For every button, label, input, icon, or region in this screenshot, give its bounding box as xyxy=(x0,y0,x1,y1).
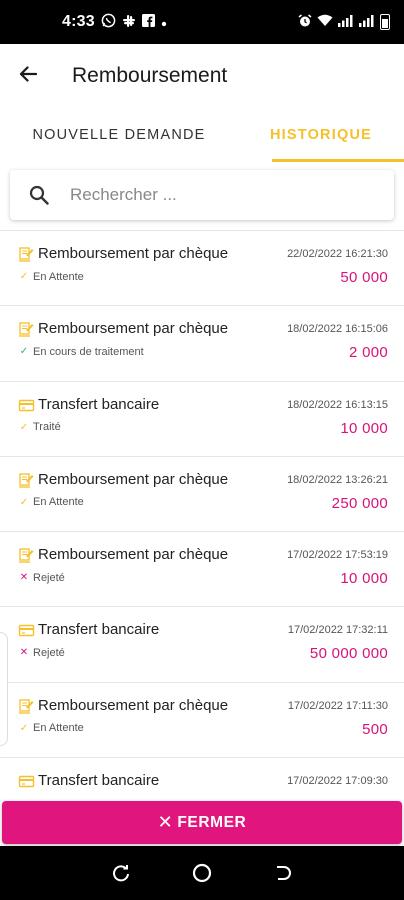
check-icon: ✓ xyxy=(19,722,29,734)
transaction-status: Traité xyxy=(33,421,61,434)
transaction-row[interactable]: Remboursement par chèque 17/02/2022 17:11… xyxy=(0,683,404,759)
cheque-icon xyxy=(18,698,35,715)
slack-icon xyxy=(122,14,136,31)
transaction-date: 18/02/2022 13:26:21 xyxy=(287,473,388,486)
check-icon: ✓ xyxy=(19,346,29,358)
recents-icon[interactable] xyxy=(101,853,141,893)
transaction-row[interactable]: Remboursement par chèque 18/02/2022 13:26… xyxy=(0,457,404,533)
home-icon[interactable] xyxy=(182,853,222,893)
transaction-amount: 500 xyxy=(362,720,388,738)
transaction-row[interactable]: Transfert bancaire 17/02/2022 17:32:11 ✕ Re… xyxy=(0,607,404,683)
close-button-label: FERMER xyxy=(177,813,247,831)
search-bar xyxy=(10,170,394,220)
transaction-date: 17/02/2022 17:09:30 xyxy=(287,775,388,788)
card-icon xyxy=(18,773,35,790)
cheque-icon xyxy=(18,246,35,263)
transaction-status: En Attente xyxy=(33,496,84,509)
transaction-status: En Attente xyxy=(33,722,84,735)
facebook-icon xyxy=(141,14,155,30)
battery-icon xyxy=(380,14,390,30)
app-bar: Remboursement xyxy=(0,44,404,108)
transaction-row[interactable]: Remboursement par chèque 17/02/2022 17:53… xyxy=(0,532,404,608)
tab-historique[interactable]: HISTORIQUE xyxy=(238,108,404,162)
transaction-type: Transfert bancaire xyxy=(38,395,160,413)
transaction-date: 22/02/2022 16:21:30 xyxy=(287,248,388,260)
card-icon xyxy=(18,397,35,414)
search-input[interactable] xyxy=(70,185,360,205)
cross-icon: ✕ xyxy=(19,572,29,584)
dot-icon xyxy=(161,15,167,30)
transaction-amount: 250 000 xyxy=(331,494,388,512)
transaction-status: En cours de traitement xyxy=(33,345,144,358)
side-panel-handle[interactable] xyxy=(0,632,8,746)
transaction-type: Remboursement par chèque xyxy=(38,696,229,714)
whatsapp-icon xyxy=(101,13,116,31)
transaction-type: Remboursement par chèque xyxy=(38,546,229,564)
system-nav-bar xyxy=(0,846,404,900)
signal-icon xyxy=(338,14,354,30)
check-icon: ✓ xyxy=(19,496,29,508)
transaction-amount: 50 000 000 xyxy=(309,645,388,663)
status-left-icons xyxy=(101,13,167,31)
cheque-icon xyxy=(18,321,35,338)
back-icon[interactable] xyxy=(263,853,303,893)
transaction-date: 17/02/2022 17:53:19 xyxy=(287,549,388,562)
tab-nouvelle-demande[interactable]: NOUVELLE DEMANDE xyxy=(0,108,238,162)
transaction-date: 18/02/2022 16:13:15 xyxy=(287,398,388,411)
check-icon: ✓ xyxy=(19,421,29,433)
status-time: 4:33 xyxy=(62,13,95,30)
wifi-icon xyxy=(317,14,333,30)
transaction-type: Transfert bancaire xyxy=(38,772,160,790)
transaction-date: 17/02/2022 17:11:30 xyxy=(287,699,388,712)
arrow-left-icon xyxy=(19,65,38,87)
transaction-row[interactable]: Remboursement par chèque 18/02/2022 16:15… xyxy=(0,306,404,382)
history-list[interactable]: Remboursement par chèque 22/02/2022 16:21… xyxy=(0,230,404,798)
transaction-type: Remboursement par chèque xyxy=(38,320,229,338)
transaction-status: Rejeté xyxy=(33,646,65,659)
card-icon xyxy=(18,622,35,639)
tab-bar: NOUVELLE DEMANDE HISTORIQUE xyxy=(0,108,404,162)
transaction-amount: 2 000 xyxy=(348,344,388,362)
back-button[interactable] xyxy=(0,44,56,108)
transaction-amount: 50 000 xyxy=(340,269,388,286)
transaction-type: Remboursement par chèque xyxy=(38,245,229,262)
status-bar: 4:33 xyxy=(0,0,404,44)
page-title: Remboursement xyxy=(72,64,228,87)
cheque-icon xyxy=(18,472,35,489)
transaction-row[interactable]: Transfert bancaire 17/02/2022 17:09:30 xyxy=(0,758,404,798)
transaction-status: En Attente xyxy=(33,270,84,283)
transaction-date: 17/02/2022 17:32:11 xyxy=(287,624,388,637)
close-icon: ✕ xyxy=(157,812,174,832)
transaction-amount: 10 000 xyxy=(340,419,388,437)
transaction-amount: 10 000 xyxy=(340,570,388,588)
alarm-icon xyxy=(298,13,312,31)
close-button[interactable]: ✕ FERMER xyxy=(2,801,402,844)
transaction-status: Rejeté xyxy=(33,571,65,584)
cross-icon: ✕ xyxy=(19,647,29,659)
transaction-row[interactable]: Remboursement par chèque 22/02/2022 16:21… xyxy=(0,231,404,307)
search-icon[interactable] xyxy=(10,185,68,205)
signal-icon xyxy=(359,14,375,30)
transaction-date: 18/02/2022 16:15:06 xyxy=(287,323,388,336)
cheque-icon xyxy=(18,547,35,564)
status-right-icons xyxy=(298,13,390,31)
transaction-type: Remboursement par chèque xyxy=(38,470,229,488)
transaction-type: Transfert bancaire xyxy=(38,621,160,639)
check-icon: ✓ xyxy=(19,271,29,282)
transaction-row[interactable]: Transfert bancaire 18/02/2022 16:13:15 ✓ Tr… xyxy=(0,382,404,457)
